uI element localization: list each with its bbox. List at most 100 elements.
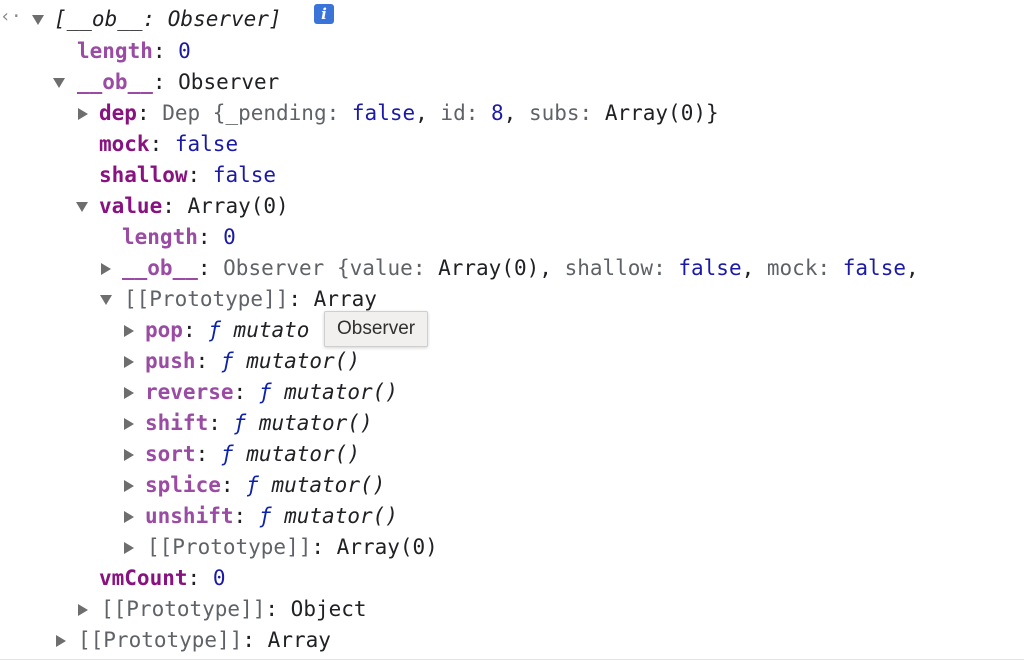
- preview-key: mock: [766, 256, 818, 280]
- property-separator: :: [152, 39, 179, 63]
- preview-key: _pending: [225, 101, 327, 125]
- preview-separator: :: [817, 256, 843, 280]
- expand-triangle-right-icon[interactable]: [124, 449, 134, 461]
- property-key: [[Prototype]]: [147, 535, 312, 559]
- property-key: unshift: [145, 504, 234, 528]
- property-separator: :: [187, 163, 213, 187]
- property-separator: :: [242, 628, 268, 652]
- preview-value: Array(0): [604, 101, 706, 125]
- preview-separator: :: [653, 256, 679, 280]
- property-separator: :: [195, 349, 221, 373]
- preview-value: 8: [491, 101, 504, 125]
- preview-separator: ,: [539, 256, 565, 280]
- property-separator: :: [182, 318, 209, 342]
- property-key: length: [77, 39, 153, 63]
- property-key: mock: [99, 132, 150, 156]
- preview-separator: :: [579, 101, 605, 125]
- property-value: Array(0): [336, 535, 438, 559]
- property-separator: :: [197, 225, 224, 249]
- property-separator: :: [220, 473, 247, 497]
- property-key: sort: [145, 442, 196, 466]
- preview-separator: ,: [415, 101, 441, 125]
- function-icon: ƒ: [258, 504, 272, 528]
- property-value: Array(0): [187, 194, 289, 218]
- property-value: Array: [267, 628, 331, 652]
- root-summary: [__ob__: Observer]: [54, 7, 282, 31]
- property-value: 0: [178, 39, 191, 63]
- expand-triangle-down-icon[interactable]: [32, 15, 44, 25]
- function-icon: ƒ: [208, 318, 221, 342]
- expand-triangle-down-icon[interactable]: [76, 202, 88, 212]
- divider: [0, 659, 1024, 660]
- property-value: mutator(): [258, 411, 373, 435]
- expand-triangle-down-icon[interactable]: [53, 78, 65, 88]
- property-value: Object: [290, 597, 367, 621]
- property-value: Observer: [178, 70, 280, 94]
- property-value: mutator(): [284, 504, 398, 528]
- preview-key: subs: [528, 101, 580, 125]
- property-separator: :: [149, 132, 175, 156]
- property-value: mutator(): [246, 349, 360, 373]
- expand-triangle-right-icon[interactable]: [56, 635, 66, 647]
- expand-triangle-right-icon[interactable]: [78, 604, 88, 616]
- expand-triangle-right-icon[interactable]: [124, 387, 134, 399]
- property-separator: :: [288, 287, 314, 311]
- preview-value: false: [678, 256, 742, 280]
- property-value: 0: [212, 566, 226, 590]
- property-key: vmCount: [99, 566, 188, 590]
- expand-triangle-right-icon[interactable]: [124, 325, 134, 337]
- expand-triangle-right-icon[interactable]: [124, 511, 134, 523]
- function-icon: ƒ: [246, 473, 259, 497]
- property-key: dep: [99, 101, 137, 125]
- expand-triangle-right-icon[interactable]: [124, 418, 134, 430]
- property-value: false: [212, 163, 277, 187]
- preview-text: Observer {: [223, 256, 350, 280]
- expand-triangle-right-icon[interactable]: [101, 263, 111, 275]
- preview-value: false: [842, 256, 906, 280]
- expand-triangle-right-icon[interactable]: [124, 356, 134, 368]
- property-value: mutato: [233, 318, 310, 342]
- property-separator: :: [233, 380, 259, 404]
- property-value: mutator(): [246, 442, 360, 466]
- property-value: mutator(): [284, 380, 398, 404]
- property-key: shift: [145, 411, 209, 435]
- back-arrow-icon: ‹·: [0, 6, 22, 27]
- property-key: shallow: [99, 163, 188, 187]
- property-separator: :: [162, 194, 188, 218]
- property-separator: :: [187, 566, 213, 590]
- property-value: Array: [313, 287, 377, 311]
- tooltip: Observer: [324, 311, 429, 347]
- expand-triangle-right-icon[interactable]: [78, 108, 88, 120]
- property-separator: :: [152, 70, 179, 94]
- preview-separator: :: [412, 256, 439, 280]
- preview-separator: :: [465, 101, 492, 125]
- property-key: reverse: [145, 380, 234, 404]
- property-key: __ob__: [122, 256, 198, 280]
- property-separator: :: [265, 597, 291, 621]
- property-separator: :: [195, 442, 221, 466]
- property-separator: :: [233, 504, 259, 528]
- preview-value: Array(0): [438, 256, 540, 280]
- expand-triangle-right-icon[interactable]: [124, 542, 134, 554]
- preview-separator: ,: [741, 256, 767, 280]
- preview-key: id: [440, 101, 466, 125]
- property-key: [[Prototype]]: [78, 628, 243, 652]
- preview-value: false: [351, 101, 416, 125]
- preview-text: Dep {: [162, 101, 226, 125]
- property-key: push: [145, 349, 196, 373]
- property-key: [[Prototype]]: [101, 597, 266, 621]
- expand-triangle-down-icon[interactable]: [100, 295, 112, 305]
- property-key: value: [99, 194, 163, 218]
- expand-triangle-right-icon[interactable]: [124, 480, 134, 492]
- function-icon: ƒ: [220, 442, 234, 466]
- preview-key: value: [349, 256, 413, 280]
- property-separator: :: [197, 256, 224, 280]
- property-separator: :: [136, 101, 163, 125]
- property-key: splice: [145, 473, 221, 497]
- property-separator: :: [208, 411, 234, 435]
- property-key: length: [122, 225, 198, 249]
- property-key: __ob__: [77, 70, 153, 94]
- info-icon[interactable]: i: [314, 4, 334, 24]
- preview-separator: ,: [503, 101, 529, 125]
- property-key: pop: [145, 318, 183, 342]
